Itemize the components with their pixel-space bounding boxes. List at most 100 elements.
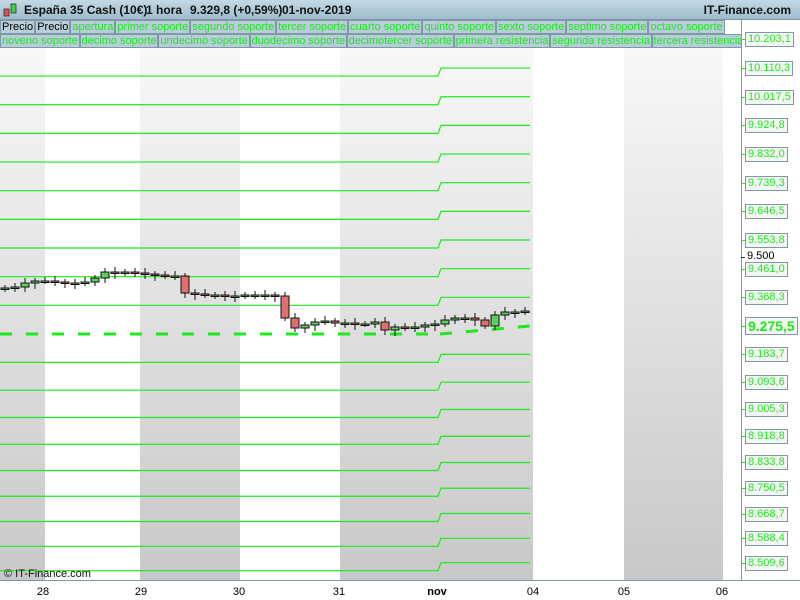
candle-body bbox=[500, 311, 510, 316]
level-price-label: 9.646,5 bbox=[745, 204, 788, 220]
legend-item[interactable]: segundo soporte bbox=[190, 20, 277, 34]
time-axis: 28 29 30 31 nov 04 05 06 bbox=[0, 580, 800, 600]
level-line bbox=[0, 96, 530, 106]
legend-row-2: noveno soporte decimo soporte undecimo sop… bbox=[0, 34, 745, 48]
legend-item[interactable]: primera resistencia bbox=[453, 34, 551, 48]
time-tick-label: nov bbox=[427, 586, 447, 598]
candle-body bbox=[0, 287, 10, 290]
candle-body bbox=[480, 319, 490, 327]
price-tick-label: 9.500 bbox=[747, 250, 775, 262]
candle-body bbox=[350, 322, 360, 326]
level-price-label: 9.005,3 bbox=[745, 402, 788, 418]
level-price-label: 9.368,3 bbox=[745, 290, 788, 306]
legend-item[interactable]: septimo soporte bbox=[566, 20, 649, 34]
legend-item[interactable]: undecimo soporte bbox=[158, 34, 250, 48]
level-line bbox=[0, 124, 530, 134]
level-price-label: 9.275,5 bbox=[745, 317, 798, 335]
level-price-label: 8.588,4 bbox=[745, 531, 788, 547]
candle-body bbox=[160, 274, 170, 278]
site-name: IT-Finance.com bbox=[703, 3, 791, 17]
candle-body bbox=[60, 281, 70, 284]
candle-body bbox=[50, 280, 60, 284]
level-price-label: 9.461,0 bbox=[745, 261, 788, 277]
level-line bbox=[0, 353, 530, 363]
time-tick-label: 31 bbox=[332, 586, 346, 598]
date: 01-nov-2019 bbox=[282, 3, 352, 17]
candle-body bbox=[490, 314, 500, 327]
legend-item[interactable]: cuarto soporte bbox=[348, 20, 423, 34]
level-line bbox=[0, 67, 530, 77]
time-tick-label: 04 bbox=[526, 586, 540, 598]
candle-body bbox=[100, 271, 110, 279]
candlestick-logo-icon bbox=[3, 3, 17, 17]
candle-body bbox=[280, 295, 290, 319]
level-line bbox=[0, 512, 530, 523]
legend-item[interactable]: sexto soporte bbox=[496, 20, 567, 34]
time-tick-label: 29 bbox=[134, 586, 148, 598]
candle-body bbox=[400, 326, 410, 329]
level-price-label: 10.203,1 bbox=[745, 32, 794, 48]
title-bar: España 35 Cash (10€) 1 hora 9.329,8 (+0,… bbox=[0, 0, 800, 20]
candle-body bbox=[140, 272, 150, 276]
level-line bbox=[0, 435, 530, 445]
instrument-title: España 35 Cash (10€) bbox=[24, 3, 148, 17]
candle-body bbox=[230, 295, 240, 298]
candle-body bbox=[90, 277, 100, 283]
level-price-label: 9.832,0 bbox=[745, 147, 788, 163]
candle-body bbox=[10, 286, 20, 290]
legend-item[interactable]: tercera resistencia bbox=[651, 34, 745, 48]
level-price-label: 8.833,8 bbox=[745, 455, 788, 471]
level-line bbox=[0, 239, 530, 249]
candle-body bbox=[260, 294, 270, 298]
last-price: 9.329,8 (+0,59%) bbox=[190, 3, 283, 17]
candle-body bbox=[120, 271, 130, 275]
candle-body bbox=[390, 326, 400, 331]
candle-body bbox=[360, 323, 370, 326]
candle-body bbox=[410, 326, 420, 329]
candle-body bbox=[370, 321, 380, 325]
timeframe[interactable]: 1 hora bbox=[146, 3, 182, 17]
candle-body bbox=[170, 275, 180, 279]
candle-body bbox=[210, 294, 220, 298]
chart-plot-area[interactable] bbox=[0, 48, 741, 580]
candle-body bbox=[220, 294, 230, 298]
time-tick-label: 05 bbox=[617, 586, 631, 598]
legend-item[interactable]: quinto soporte bbox=[422, 20, 497, 34]
legend-item[interactable]: octavo soporte bbox=[648, 20, 725, 34]
level-price-label: 9.183,7 bbox=[745, 347, 788, 363]
level-price-label: 8.509,6 bbox=[745, 555, 788, 571]
candle-body bbox=[420, 324, 430, 328]
candle-body bbox=[290, 317, 300, 329]
legend-item[interactable]: Precio bbox=[0, 20, 36, 34]
time-tick-label: 28 bbox=[36, 586, 50, 598]
level-line bbox=[0, 182, 530, 192]
candle-body bbox=[80, 281, 90, 284]
candle-body bbox=[470, 317, 480, 321]
level-line bbox=[0, 461, 530, 472]
candle-body bbox=[430, 323, 440, 326]
level-price-label: 8.918,8 bbox=[745, 429, 788, 445]
legend-item[interactable]: decimotercer soporte bbox=[346, 34, 454, 48]
legend-item[interactable]: decimo soporte bbox=[79, 34, 159, 48]
copyright: © IT-Finance.com bbox=[4, 568, 91, 580]
candle-body bbox=[130, 271, 140, 275]
legend-item[interactable]: primer soporte bbox=[115, 20, 191, 34]
candle-body bbox=[340, 322, 350, 326]
level-line bbox=[0, 153, 530, 163]
candle-body bbox=[320, 320, 330, 323]
legend-item[interactable]: segunda resistencia bbox=[550, 34, 652, 48]
candle-body bbox=[240, 294, 250, 298]
candle-body bbox=[180, 275, 190, 294]
legend-item[interactable]: apertura bbox=[70, 20, 116, 34]
legend-item[interactable]: noveno soporte bbox=[0, 34, 80, 48]
level-price-label: 10.017,5 bbox=[745, 89, 794, 105]
candle-body bbox=[520, 310, 530, 314]
level-price-label: 8.750,5 bbox=[745, 481, 788, 497]
candle-body bbox=[300, 324, 310, 329]
legend-item[interactable]: duodecimo soporte bbox=[249, 34, 347, 48]
level-price-label: 8.668,7 bbox=[745, 506, 788, 522]
candle-body bbox=[30, 280, 40, 284]
legend-item[interactable]: Precio bbox=[35, 20, 71, 34]
legend-item[interactable]: tercer soporte bbox=[276, 20, 349, 34]
candle-body bbox=[310, 321, 320, 326]
